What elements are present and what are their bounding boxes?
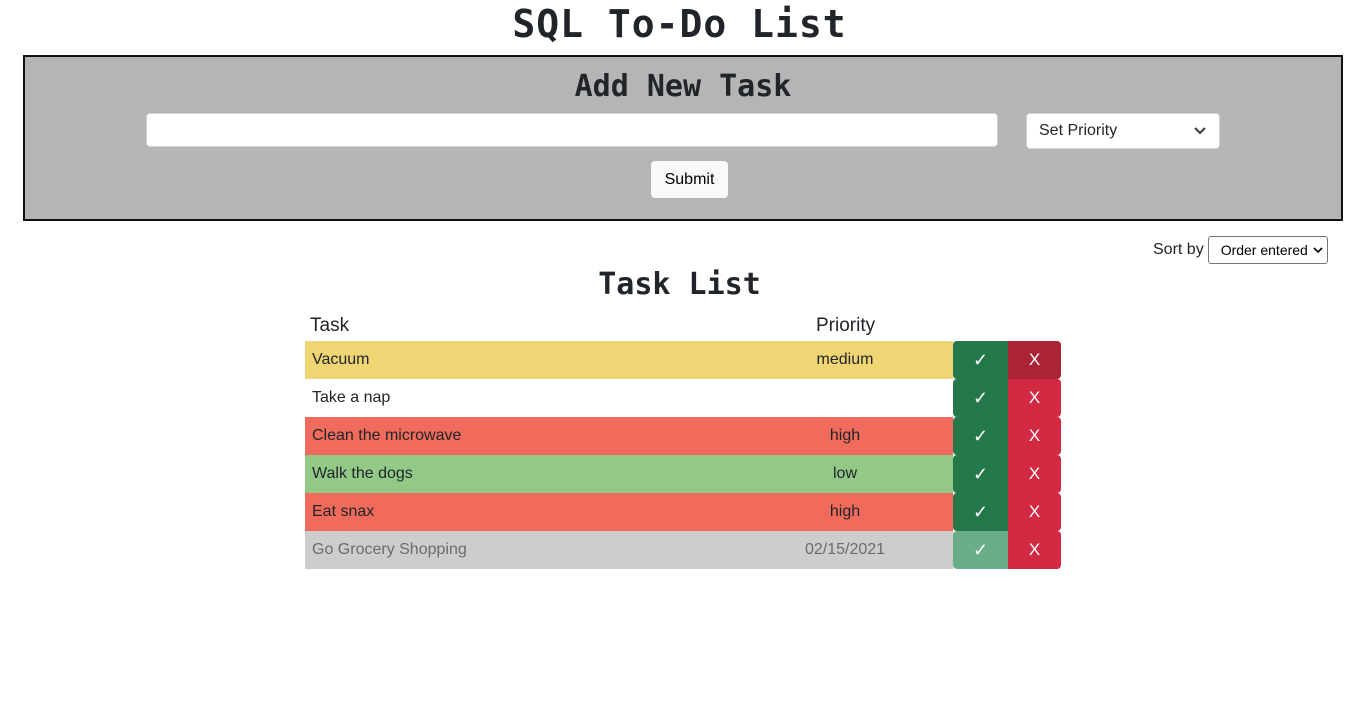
chevron-down-icon — [1193, 126, 1207, 136]
delete-button[interactable]: X — [1008, 531, 1061, 569]
add-task-panel: Add New Task Set Priority Submit — [23, 55, 1343, 221]
task-cell: Go Grocery Shopping 02/15/2021 — [305, 531, 953, 569]
page: SQL To-Do List Add New Task Set Priority… — [0, 0, 1359, 712]
delete-button[interactable]: X — [1008, 379, 1061, 417]
task-name: Walk the dogs — [312, 465, 413, 482]
column-header-task: Task — [310, 315, 350, 336]
complete-button[interactable]: ✓ — [953, 379, 1008, 417]
task-name: Take a nap — [312, 389, 391, 406]
submit-button[interactable]: Submit — [651, 161, 728, 198]
column-header-priority: Priority — [816, 315, 876, 336]
complete-button[interactable]: ✓ — [953, 493, 1008, 531]
task-cell: Vacuum medium — [305, 341, 953, 379]
delete-button[interactable]: X — [1008, 417, 1061, 455]
page-title: SQL To-Do List — [512, 2, 847, 46]
task-list-heading: Task List — [598, 267, 761, 302]
complete-button[interactable]: ✓ — [953, 455, 1008, 493]
task-completion-date: 02/15/2021 — [804, 541, 886, 558]
task-name: Go Grocery Shopping — [312, 541, 467, 558]
task-name: Clean the microwave — [312, 427, 462, 444]
table-row: Walk the dogs low ✓ X — [305, 455, 1061, 493]
task-cell: Eat snax high — [305, 493, 953, 531]
table-header: Task Priority — [305, 312, 1061, 341]
delete-button[interactable]: X — [1008, 455, 1061, 493]
task-input[interactable] — [146, 113, 998, 147]
table-row: Go Grocery Shopping 02/15/2021 ✓ X — [305, 531, 1061, 569]
task-table: Task Priority Vacuum medium ✓ X Take a n… — [305, 312, 1061, 569]
table-row: Clean the microwave high ✓ X — [305, 417, 1061, 455]
complete-button[interactable]: ✓ — [953, 531, 1008, 569]
sort-label: Sort by — [1153, 241, 1204, 258]
priority-select-value: Set Priority — [1039, 122, 1118, 139]
priority-select[interactable]: Set Priority — [1026, 113, 1220, 149]
task-priority: high — [829, 427, 861, 444]
delete-button[interactable]: X — [1008, 493, 1061, 531]
sort-control: Sort by Order entered — [1153, 236, 1328, 264]
task-cell: Take a nap — [305, 379, 953, 417]
chevron-down-icon — [1313, 246, 1323, 254]
task-cell: Walk the dogs low — [305, 455, 953, 493]
task-name: Eat snax — [312, 503, 375, 520]
task-priority: low — [832, 465, 857, 482]
task-name: Vacuum — [312, 351, 370, 368]
sort-select-value: Order entered — [1220, 242, 1308, 258]
task-priority: high — [829, 503, 861, 520]
table-row: Take a nap ✓ X — [305, 379, 1061, 417]
complete-button[interactable]: ✓ — [953, 417, 1008, 455]
add-task-heading: Add New Task — [574, 69, 792, 104]
task-priority: medium — [816, 351, 874, 368]
task-cell: Clean the microwave high — [305, 417, 953, 455]
table-row: Eat snax high ✓ X — [305, 493, 1061, 531]
sort-select[interactable]: Order entered — [1207, 236, 1328, 264]
complete-button[interactable]: ✓ — [953, 341, 1008, 379]
delete-button[interactable]: X — [1008, 341, 1061, 379]
table-row: Vacuum medium ✓ X — [305, 341, 1061, 379]
